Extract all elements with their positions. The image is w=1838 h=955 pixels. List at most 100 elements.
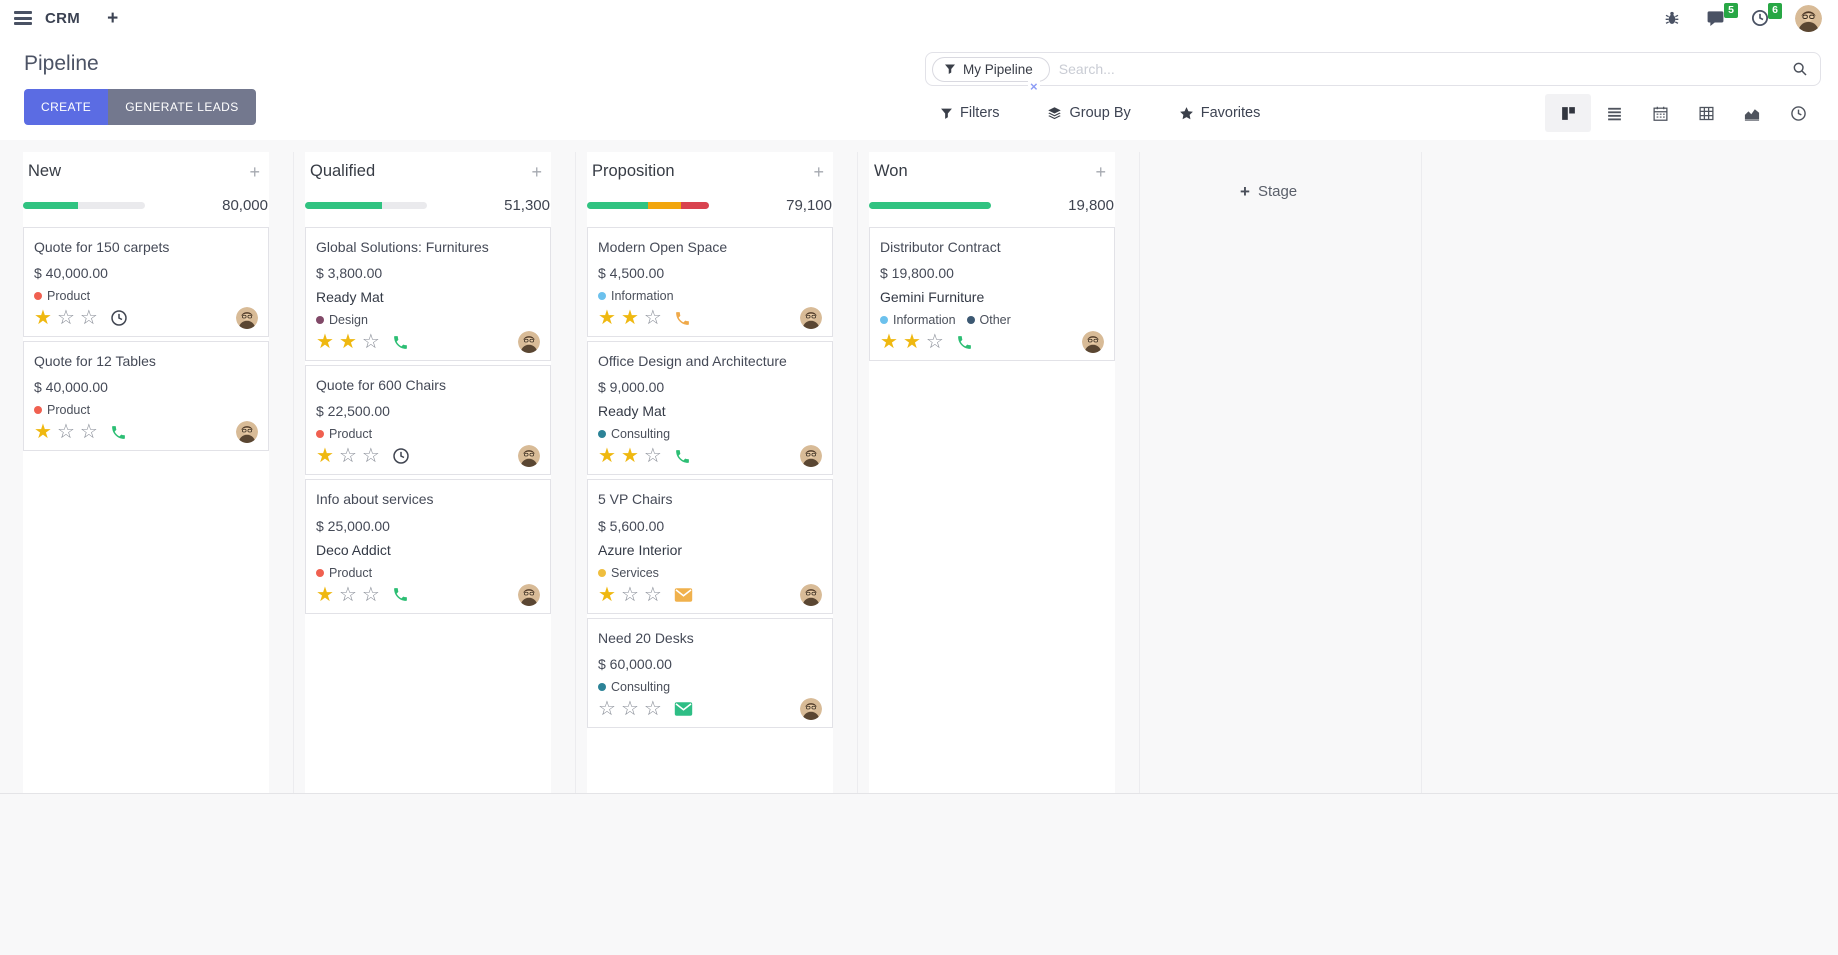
activities-clock-icon[interactable]: 6 (1751, 9, 1769, 27)
progress-segment[interactable] (23, 202, 78, 209)
kanban-card[interactable]: Info about services$ 25,000.00Deco Addic… (305, 479, 551, 613)
tag-color-dot (316, 316, 324, 324)
facet-remove-icon[interactable]: × (1028, 79, 1040, 94)
star-empty-icon[interactable]: ☆ (339, 584, 357, 606)
progress-segment[interactable] (681, 202, 709, 209)
kanban-cards: Global Solutions: Furnitures$ 3,800.00Re… (305, 227, 551, 614)
kanban-card[interactable]: Quote for 600 Chairs$ 22,500.00Product★☆… (305, 365, 551, 475)
kanban-card[interactable]: Distributor Contract$ 19,800.00Gemini Fu… (869, 227, 1115, 361)
top-navbar: CRM + 5 6 (0, 0, 1838, 36)
column-title: Qualified (310, 162, 375, 181)
navbar-plus-icon[interactable]: + (107, 9, 118, 28)
tag-label: Product (329, 427, 372, 441)
tag-color-dot (598, 430, 606, 438)
search-facet-my-pipeline[interactable]: My Pipeline (932, 57, 1050, 82)
card-tag: Services (598, 566, 659, 580)
search-bar[interactable]: My Pipeline × (925, 52, 1821, 86)
star-empty-icon[interactable]: ☆ (621, 698, 639, 720)
kanban-column-content: Qualified+51,300Global Solutions: Furnit… (305, 152, 551, 793)
user-avatar[interactable] (1795, 5, 1822, 32)
star-empty-icon[interactable]: ☆ (362, 584, 380, 606)
star-filled-icon[interactable]: ★ (598, 584, 616, 606)
view-list-button[interactable] (1591, 94, 1637, 132)
star-empty-icon[interactable]: ☆ (644, 307, 662, 329)
progress-segment[interactable] (869, 202, 991, 209)
star-empty-icon[interactable]: ☆ (80, 421, 98, 443)
progress-segment[interactable] (648, 202, 681, 209)
column-progressbar (587, 202, 709, 209)
card-title: Quote for 600 Chairs (316, 376, 540, 394)
kanban-card[interactable]: Modern Open Space$ 4,500.00Information★★… (587, 227, 833, 337)
filters-button[interactable]: Filters (940, 99, 999, 127)
search-icon[interactable] (1792, 61, 1808, 77)
view-calendar-button[interactable] (1637, 94, 1683, 132)
card-tag: Product (34, 403, 90, 417)
kanban-card[interactable]: Global Solutions: Furnitures$ 3,800.00Re… (305, 227, 551, 361)
star-filled-icon[interactable]: ★ (598, 445, 616, 467)
view-kanban-button[interactable] (1545, 94, 1591, 132)
star-filled-icon[interactable]: ★ (34, 421, 52, 443)
view-pivot-button[interactable] (1683, 94, 1729, 132)
activity-clock-icon[interactable] (392, 447, 410, 465)
star-filled-icon[interactable]: ★ (621, 445, 639, 467)
star-empty-icon[interactable]: ☆ (621, 584, 639, 606)
quick-add-icon[interactable]: + (810, 163, 827, 181)
star-filled-icon[interactable]: ★ (621, 307, 639, 329)
quick-add-icon[interactable]: + (1092, 163, 1109, 181)
quick-add-icon[interactable]: + (528, 163, 545, 181)
tag-label: Product (47, 289, 90, 303)
star-empty-icon[interactable]: ☆ (598, 698, 616, 720)
activity-clock-icon[interactable] (110, 309, 128, 327)
progress-segment[interactable] (587, 202, 648, 209)
generate-leads-button[interactable]: GENERATE LEADS (108, 89, 255, 125)
star-empty-icon[interactable]: ☆ (80, 307, 98, 329)
star-filled-icon[interactable]: ★ (316, 445, 334, 467)
debug-bug-icon[interactable] (1664, 10, 1680, 26)
quick-add-icon[interactable]: + (246, 163, 263, 181)
kanban-card[interactable]: 5 VP Chairs$ 5,600.00Azure InteriorServi… (587, 479, 833, 613)
star-empty-icon[interactable]: ☆ (57, 307, 75, 329)
group-by-button[interactable]: Group By (1047, 99, 1130, 127)
apps-menu-icon[interactable] (14, 9, 32, 28)
favorites-button[interactable]: Favorites (1179, 99, 1261, 127)
add-stage-button[interactable]: + Stage (1240, 183, 1297, 200)
activity-mail-icon[interactable] (674, 587, 693, 603)
activity-phone-icon[interactable] (674, 310, 691, 327)
star-filled-icon[interactable]: ★ (316, 331, 334, 353)
activity-mail-icon[interactable] (674, 701, 693, 717)
star-filled-icon[interactable]: ★ (34, 307, 52, 329)
view-graph-button[interactable] (1729, 94, 1775, 132)
messages-icon[interactable]: 5 (1706, 9, 1725, 28)
kanban-card[interactable]: Office Design and Architecture$ 9,000.00… (587, 341, 833, 475)
app-name[interactable]: CRM (45, 10, 80, 27)
activity-phone-icon[interactable] (392, 586, 409, 603)
star-filled-icon[interactable]: ★ (903, 331, 921, 353)
kanban-card[interactable]: Quote for 150 carpets$ 40,000.00Product★… (23, 227, 269, 337)
star-filled-icon[interactable]: ★ (339, 331, 357, 353)
create-button[interactable]: CREATE (24, 89, 108, 125)
card-tag: Product (316, 427, 372, 441)
activity-phone-icon[interactable] (392, 334, 409, 351)
salesperson-avatar (800, 307, 822, 329)
star-empty-icon[interactable]: ☆ (644, 584, 662, 606)
kanban-card[interactable]: Quote for 12 Tables$ 40,000.00Product★☆☆ (23, 341, 269, 451)
activity-phone-icon[interactable] (110, 424, 127, 441)
progress-segment[interactable] (305, 202, 382, 209)
kanban-card[interactable]: Need 20 Desks$ 60,000.00Consulting☆☆☆ (587, 618, 833, 728)
kanban-column-header: Won+ (869, 152, 1115, 181)
star-filled-icon[interactable]: ★ (598, 307, 616, 329)
star-empty-icon[interactable]: ☆ (339, 445, 357, 467)
star-empty-icon[interactable]: ☆ (362, 445, 380, 467)
star-filled-icon[interactable]: ★ (316, 584, 334, 606)
activity-phone-icon[interactable] (956, 334, 973, 351)
activity-phone-icon[interactable] (674, 448, 691, 465)
star-empty-icon[interactable]: ☆ (926, 331, 944, 353)
search-input[interactable] (1059, 61, 1792, 77)
star-empty-icon[interactable]: ☆ (644, 698, 662, 720)
card-tags: Design (316, 313, 540, 327)
star-empty-icon[interactable]: ☆ (362, 331, 380, 353)
star-empty-icon[interactable]: ☆ (644, 445, 662, 467)
star-filled-icon[interactable]: ★ (880, 331, 898, 353)
view-activity-button[interactable] (1775, 94, 1821, 132)
star-empty-icon[interactable]: ☆ (57, 421, 75, 443)
